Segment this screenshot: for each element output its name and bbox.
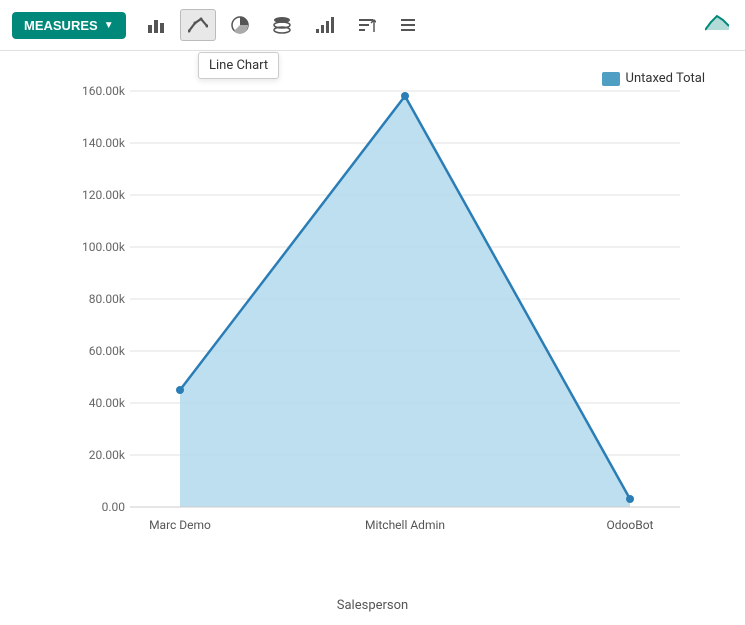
data-point-odoobot	[626, 495, 634, 503]
list-button[interactable]	[390, 9, 426, 41]
line-chart-button[interactable]	[180, 9, 216, 41]
list-icon	[398, 15, 418, 35]
svg-text:60.00k: 60.00k	[89, 344, 126, 358]
bar-asc-icon	[314, 15, 334, 35]
toolbar: MEASURES ▼	[0, 0, 745, 51]
bar-chart-button[interactable]	[138, 9, 174, 41]
line-chart-svg: 160.00k 140.00k 120.00k 100.00k 80.00k 6…	[70, 71, 705, 541]
data-point-mitchell	[401, 92, 409, 100]
tooltip-text: Line Chart	[209, 58, 268, 73]
svg-text:160.00k: 160.00k	[82, 84, 126, 98]
stack-button[interactable]	[264, 9, 300, 41]
sort-icon	[356, 15, 376, 35]
svg-text:80.00k: 80.00k	[89, 292, 126, 306]
bar-chart-icon	[146, 15, 166, 35]
svg-text:OdooBot: OdooBot	[607, 518, 654, 532]
measures-button[interactable]: MEASURES ▼	[12, 12, 126, 39]
svg-text:Mitchell Admin: Mitchell Admin	[365, 518, 445, 532]
svg-text:40.00k: 40.00k	[89, 396, 126, 410]
area-chart-icon	[705, 12, 729, 32]
svg-text:Marc Demo: Marc Demo	[149, 518, 211, 532]
svg-text:100.00k: 100.00k	[82, 240, 126, 254]
data-point-marc	[176, 386, 184, 394]
chart-container: Untaxed Total 160.00k 140.00k 120.00k 10…	[0, 51, 745, 621]
legend-color-swatch	[602, 72, 620, 86]
line-chart-icon	[188, 15, 208, 35]
measures-chevron: ▼	[104, 20, 114, 31]
legend-label: Untaxed Total	[626, 71, 705, 86]
stack-icon	[272, 15, 292, 35]
line-chart-tooltip: Line Chart	[198, 52, 279, 79]
chart-legend: Untaxed Total	[602, 71, 705, 86]
area-chart-right-button[interactable]	[701, 8, 733, 42]
sort-button[interactable]	[348, 9, 384, 41]
svg-text:120.00k: 120.00k	[82, 188, 126, 202]
measures-label: MEASURES	[24, 18, 98, 33]
svg-text:140.00k: 140.00k	[82, 136, 126, 150]
x-axis-title: Salesperson	[0, 598, 745, 613]
ascending-bar-button[interactable]	[306, 9, 342, 41]
svg-text:20.00k: 20.00k	[89, 448, 126, 462]
pie-chart-button[interactable]	[222, 9, 258, 41]
svg-text:0.00: 0.00	[102, 500, 126, 514]
pie-chart-icon	[230, 15, 250, 35]
